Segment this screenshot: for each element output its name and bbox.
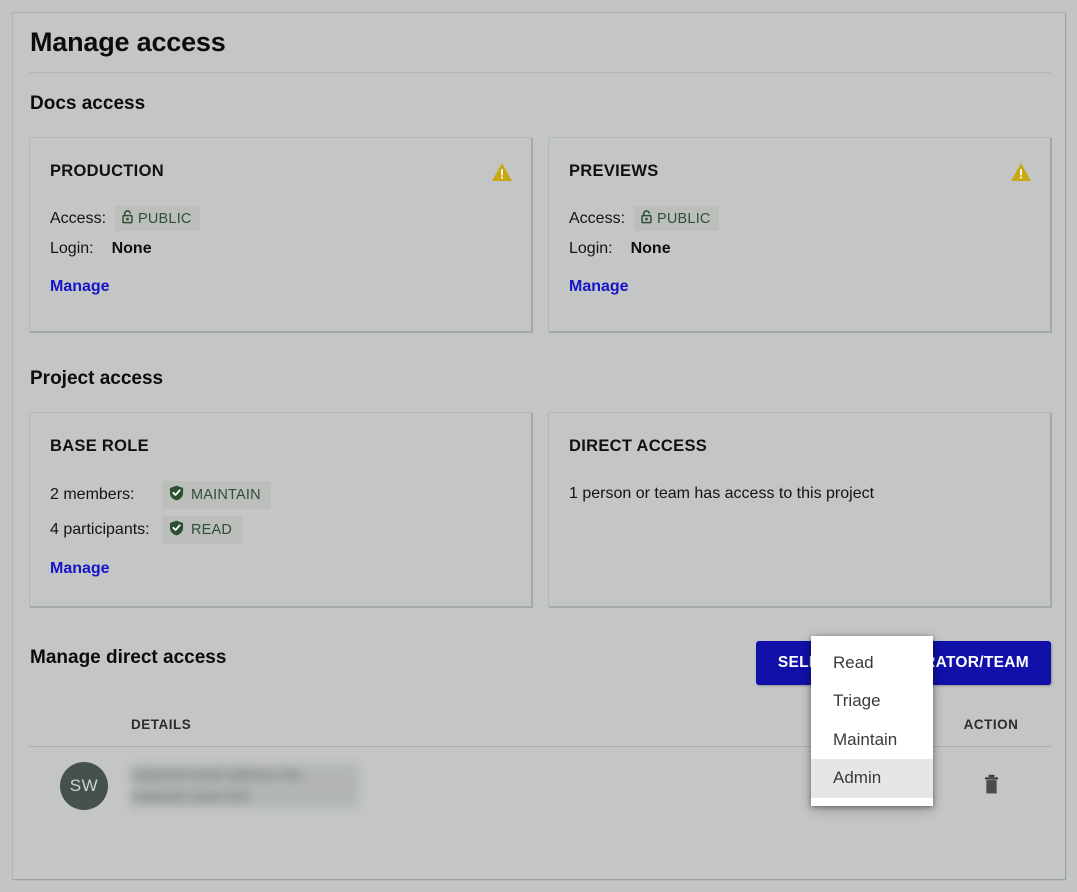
title-divider <box>29 72 1051 73</box>
delete-access-button[interactable] <box>931 774 1051 798</box>
redacted-line-2: redacted name line <box>131 786 359 808</box>
login-label: Login: <box>569 240 613 257</box>
login-value: None <box>630 240 671 257</box>
base-role-row-participants: 4 participants: READ <box>50 516 511 544</box>
docs-access-card-row: PRODUCTION Access: PUBLIC Login: None Ma… <box>29 137 1051 332</box>
card-title: DIRECT ACCESS <box>569 437 708 455</box>
docs-access-heading: Docs access <box>30 93 146 114</box>
open-lock-icon <box>640 209 653 228</box>
manage-direct-access-heading: Manage direct access <box>30 647 227 668</box>
card-title: PRODUCTION <box>50 162 164 180</box>
shield-check-icon <box>169 520 184 540</box>
access-label: Access: <box>50 209 107 227</box>
project-card-base-role: BASE ROLE 2 members: MAINTAIN 4 particip… <box>29 412 532 607</box>
redacted-line-1: redacted email address line <box>131 764 359 786</box>
redacted-details: redacted email address line redacted nam… <box>131 764 359 808</box>
table-cell-avatar: SW <box>29 762 131 810</box>
screen-root: Manage access Docs access PRODUCTION Acc… <box>0 0 1077 892</box>
role-badge-read: READ <box>162 516 243 544</box>
avatar: SW <box>60 762 108 810</box>
production-manage-link[interactable]: Manage <box>50 278 110 296</box>
trash-icon <box>982 774 1001 798</box>
dropdown-item-admin[interactable]: Admin <box>811 759 933 798</box>
access-row: Access: PUBLIC <box>50 206 511 231</box>
access-label: Access: <box>569 209 626 227</box>
project-access-heading: Project access <box>30 368 164 389</box>
login-row: Login: None <box>569 240 1030 258</box>
table-cell-action <box>931 774 1051 798</box>
role-badge-maintain: MAINTAIN <box>162 481 271 509</box>
role-dropdown-menu[interactable]: Read Triage Maintain Admin <box>811 636 933 806</box>
access-badge-public: PUBLIC <box>634 206 719 231</box>
docs-card-previews: PREVIEWS Access: PUBLIC Login: None Mana… <box>548 137 1051 332</box>
access-row: Access: PUBLIC <box>569 206 1030 231</box>
card-title: PREVIEWS <box>569 162 659 180</box>
access-badge-label: PUBLIC <box>138 210 192 227</box>
access-badge-public: PUBLIC <box>115 206 200 231</box>
members-label: 2 members: <box>50 486 135 503</box>
login-value: None <box>111 240 152 257</box>
shield-check-icon <box>169 485 184 505</box>
direct-access-summary: 1 person or team has access to this proj… <box>569 485 875 502</box>
access-badge-label: PUBLIC <box>657 210 711 227</box>
table-header-action: ACTION <box>963 717 1019 732</box>
login-row: Login: None <box>50 240 511 258</box>
dropdown-item-maintain[interactable]: Maintain <box>811 721 933 759</box>
login-label: Login: <box>50 240 94 257</box>
project-card-direct-access: DIRECT ACCESS 1 person or team has acces… <box>548 412 1051 607</box>
role-badge-label: READ <box>191 522 233 538</box>
role-badge-label: MAINTAIN <box>191 487 261 503</box>
base-role-manage-link[interactable]: Manage <box>50 560 110 578</box>
previews-manage-link[interactable]: Manage <box>569 278 629 296</box>
warning-triangle-icon <box>491 162 513 182</box>
docs-card-production: PRODUCTION Access: PUBLIC Login: None Ma… <box>29 137 532 332</box>
card-title: BASE ROLE <box>50 437 149 455</box>
page-title: Manage access <box>30 27 226 57</box>
project-access-card-row: BASE ROLE 2 members: MAINTAIN 4 particip… <box>29 412 1051 607</box>
participants-label: 4 participants: <box>50 521 150 538</box>
dropdown-item-read[interactable]: Read <box>811 644 933 682</box>
open-lock-icon <box>121 209 134 228</box>
base-role-row-members: 2 members: MAINTAIN <box>50 481 511 509</box>
warning-triangle-icon <box>1010 162 1032 182</box>
dropdown-item-triage[interactable]: Triage <box>811 682 933 720</box>
